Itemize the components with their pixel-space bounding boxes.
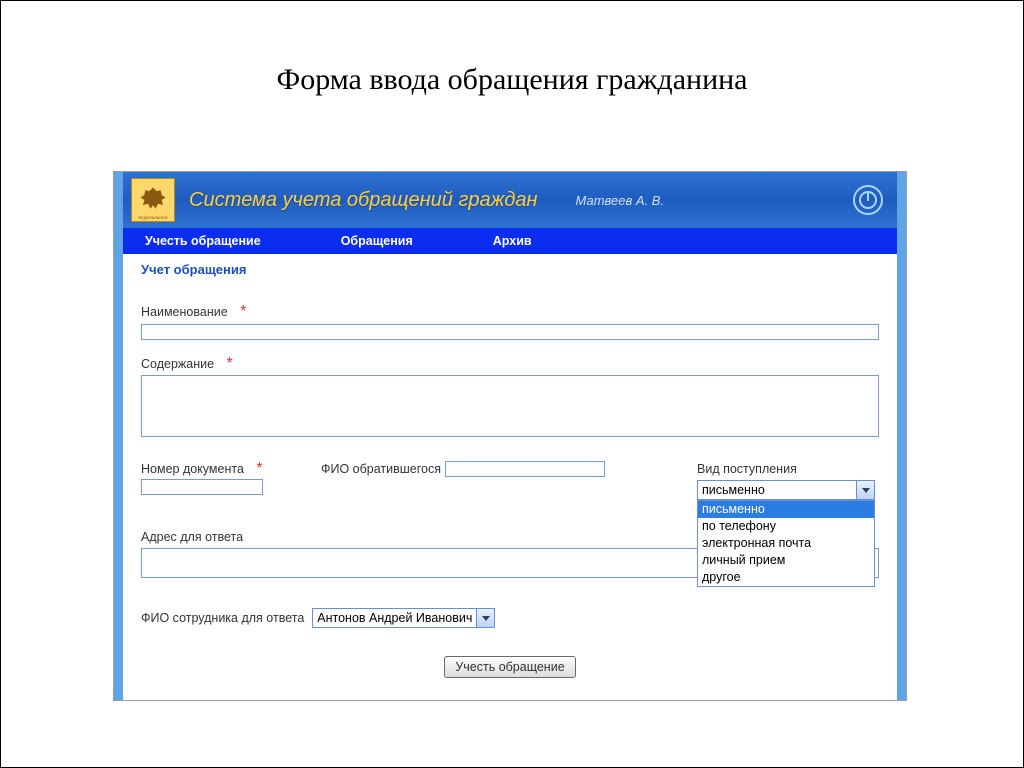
label-reply-address: Адрес для ответа [141, 530, 243, 544]
receipt-type-select[interactable]: письменно [697, 480, 875, 500]
eagle-icon [138, 185, 168, 215]
staff-select[interactable]: Антонов Андрей Иванович [312, 608, 495, 628]
label-receipt-type: Вид поступления [697, 462, 797, 476]
emblem-caption: ФЕДЕРАЛЬНОЕ [132, 215, 174, 220]
doc-number-input[interactable] [141, 479, 263, 495]
label-applicant-fio: ФИО обратившегося [321, 462, 441, 476]
dropdown-option[interactable]: по телефону [698, 518, 874, 535]
section-title: Учет обращения [141, 262, 879, 277]
applicant-fio-input[interactable] [445, 461, 605, 477]
form-content: Учет обращения Наименование * Содержание… [123, 254, 897, 678]
name-input[interactable] [141, 324, 879, 340]
emblem-logo: ФЕДЕРАЛЬНОЕ [131, 178, 175, 222]
app-window: ФЕДЕРАЛЬНОЕ Система учета обращений граж… [113, 171, 907, 701]
app-header: ФЕДЕРАЛЬНОЕ Система учета обращений граж… [123, 172, 897, 228]
logout-button[interactable] [853, 185, 883, 215]
receipt-type-dropdown: письменно по телефону электронная почта … [697, 500, 875, 587]
app-inner: ФЕДЕРАЛЬНОЕ Система учета обращений граж… [123, 172, 897, 700]
receipt-type-selected: письменно [698, 483, 856, 497]
label-staff-fio: ФИО сотрудника для ответа [141, 611, 304, 625]
dropdown-option[interactable]: личный прием [698, 552, 874, 569]
nav-register-appeal[interactable]: Учесть обращение [145, 234, 261, 248]
label-name: Наименование [141, 305, 228, 319]
chevron-down-icon [856, 481, 874, 499]
dropdown-option[interactable]: электронная почта [698, 535, 874, 552]
current-user: Матвеев А. В. [576, 193, 665, 208]
system-title: Система учета обращений граждан [189, 189, 538, 212]
required-mark: * [227, 355, 233, 372]
label-content: Содержание [141, 357, 214, 371]
required-mark: * [240, 303, 246, 320]
nav-archive[interactable]: Архив [493, 234, 532, 248]
nav-appeals[interactable]: Обращения [341, 234, 413, 248]
required-mark: * [256, 460, 262, 477]
slide-title: Форма ввода обращения гражданина [1, 63, 1023, 97]
content-textarea[interactable] [141, 375, 879, 437]
label-doc-number: Номер документа [141, 462, 244, 476]
submit-button[interactable]: Учесть обращение [444, 656, 575, 678]
staff-selected: Антонов Андрей Иванович [313, 611, 476, 625]
dropdown-option[interactable]: другое [698, 569, 874, 586]
dropdown-option[interactable]: письменно [698, 501, 874, 518]
chevron-down-icon [476, 609, 494, 627]
main-nav: Учесть обращение Обращения Архив [123, 228, 897, 254]
